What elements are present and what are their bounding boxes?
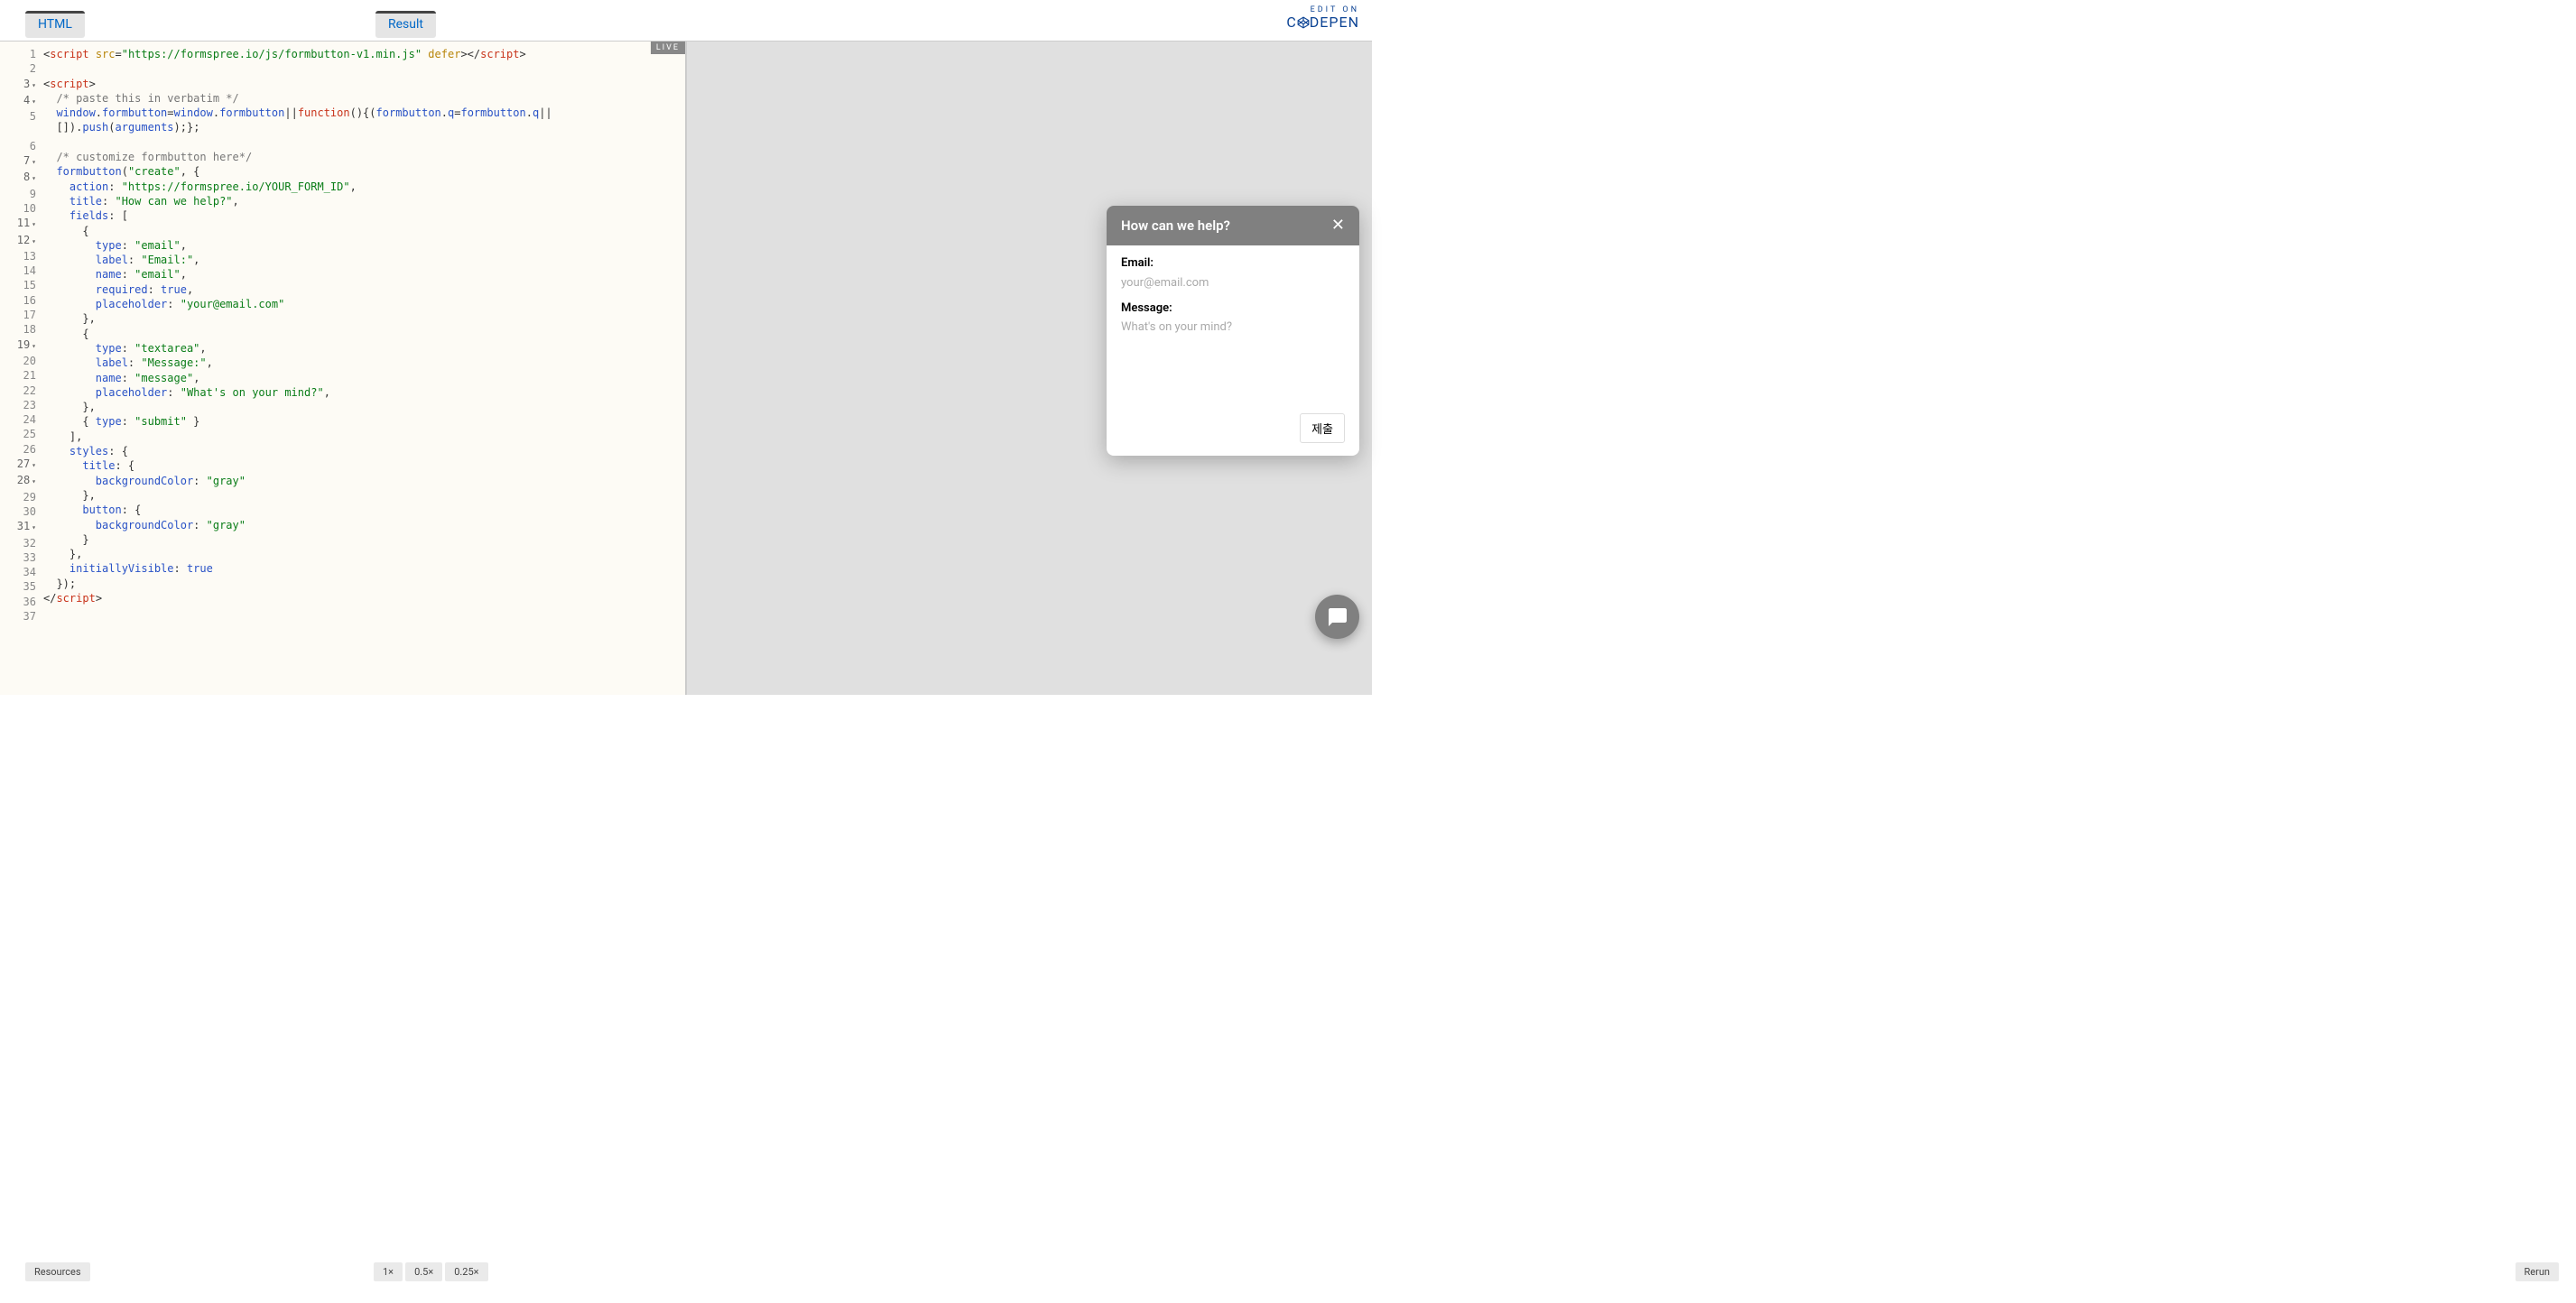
line-number: 33: [0, 550, 36, 565]
message-input[interactable]: [1121, 318, 1345, 388]
message-field-group: Message:: [1121, 301, 1345, 392]
line-number: 3: [0, 77, 36, 93]
line-number: 27: [0, 457, 36, 473]
line-number: 36: [0, 595, 36, 609]
app-root: HTML Result EDIT ON CDEPEN LIVE 12345 67…: [0, 0, 1372, 695]
line-number: 25: [0, 427, 36, 441]
line-number: 4: [0, 93, 36, 109]
live-badge: LIVE: [651, 42, 685, 54]
line-number: 18: [0, 322, 36, 337]
line-number: 15: [0, 278, 36, 292]
zoom-05x[interactable]: 0.5×: [405, 1262, 442, 1281]
line-number: 24: [0, 412, 36, 427]
code-editor[interactable]: LIVE 12345 67891011121314151617181920212…: [0, 42, 687, 695]
close-icon[interactable]: ✕: [1331, 217, 1345, 234]
line-number: 37: [0, 609, 36, 624]
codepen-brand: CDEPEN: [1286, 14, 1359, 31]
line-number: 19: [0, 337, 36, 354]
email-field-group: Email:: [1121, 256, 1345, 292]
line-number: 8: [0, 170, 36, 186]
tab-result[interactable]: Result: [375, 11, 436, 38]
line-number: 10: [0, 201, 36, 216]
line-number: 30: [0, 504, 36, 519]
line-number: 20: [0, 354, 36, 368]
chat-icon: [1327, 606, 1348, 628]
line-number: 21: [0, 368, 36, 383]
line-number: 7: [0, 153, 36, 170]
resources-button[interactable]: Resources: [25, 1262, 90, 1281]
line-number: 6: [0, 139, 36, 153]
tab-html[interactable]: HTML: [25, 11, 85, 38]
dialog-footer: 제출: [1107, 413, 1359, 456]
line-number: 13: [0, 249, 36, 263]
line-number: 34: [0, 565, 36, 579]
zoom-025x[interactable]: 0.25×: [445, 1262, 487, 1281]
email-input[interactable]: [1121, 273, 1345, 292]
footer-bar: Resources 1× 0.5× 0.25× Rerun: [22, 1258, 2565, 1285]
line-number: 29: [0, 490, 36, 504]
source-code[interactable]: <script src="https://formspree.io/js/for…: [42, 47, 685, 624]
submit-button[interactable]: 제출: [1300, 413, 1345, 443]
line-number: 28: [0, 473, 36, 489]
message-label: Message:: [1121, 301, 1345, 315]
result-pane: How can we help? ✕ Email: Message: 제출: [687, 42, 1372, 695]
line-number: 2: [0, 61, 36, 76]
line-number: 12: [0, 233, 36, 249]
top-bar: HTML Result EDIT ON CDEPEN: [0, 0, 1372, 42]
line-number: 14: [0, 263, 36, 278]
dialog-title: How can we help?: [1121, 217, 1230, 234]
form-dialog: How can we help? ✕ Email: Message: 제출: [1107, 206, 1359, 456]
line-number: 11: [0, 216, 36, 232]
line-number: 26: [0, 442, 36, 457]
zoom-1x[interactable]: 1×: [374, 1262, 403, 1281]
line-number: 16: [0, 293, 36, 308]
line-number: 23: [0, 398, 36, 412]
line-number: 32: [0, 536, 36, 550]
chat-fab[interactable]: [1315, 595, 1359, 639]
dialog-header: How can we help? ✕: [1107, 206, 1359, 245]
line-number: 31: [0, 519, 36, 535]
line-gutter: 12345 6789101112131415161718192021222324…: [0, 47, 42, 624]
email-label: Email:: [1121, 256, 1345, 270]
main-area: LIVE 12345 67891011121314151617181920212…: [0, 42, 1372, 695]
codepen-logo[interactable]: EDIT ON CDEPEN: [1286, 5, 1359, 31]
rerun-button[interactable]: Rerun: [2516, 1262, 2559, 1281]
line-number: 17: [0, 308, 36, 322]
code-block: 12345 6789101112131415161718192021222324…: [0, 42, 685, 624]
line-number: 1: [0, 47, 36, 61]
dialog-body: Email: Message:: [1107, 245, 1359, 413]
line-number: 9: [0, 187, 36, 201]
line-number: 35: [0, 579, 36, 594]
line-number: 5: [0, 109, 36, 124]
line-number: 22: [0, 384, 36, 398]
